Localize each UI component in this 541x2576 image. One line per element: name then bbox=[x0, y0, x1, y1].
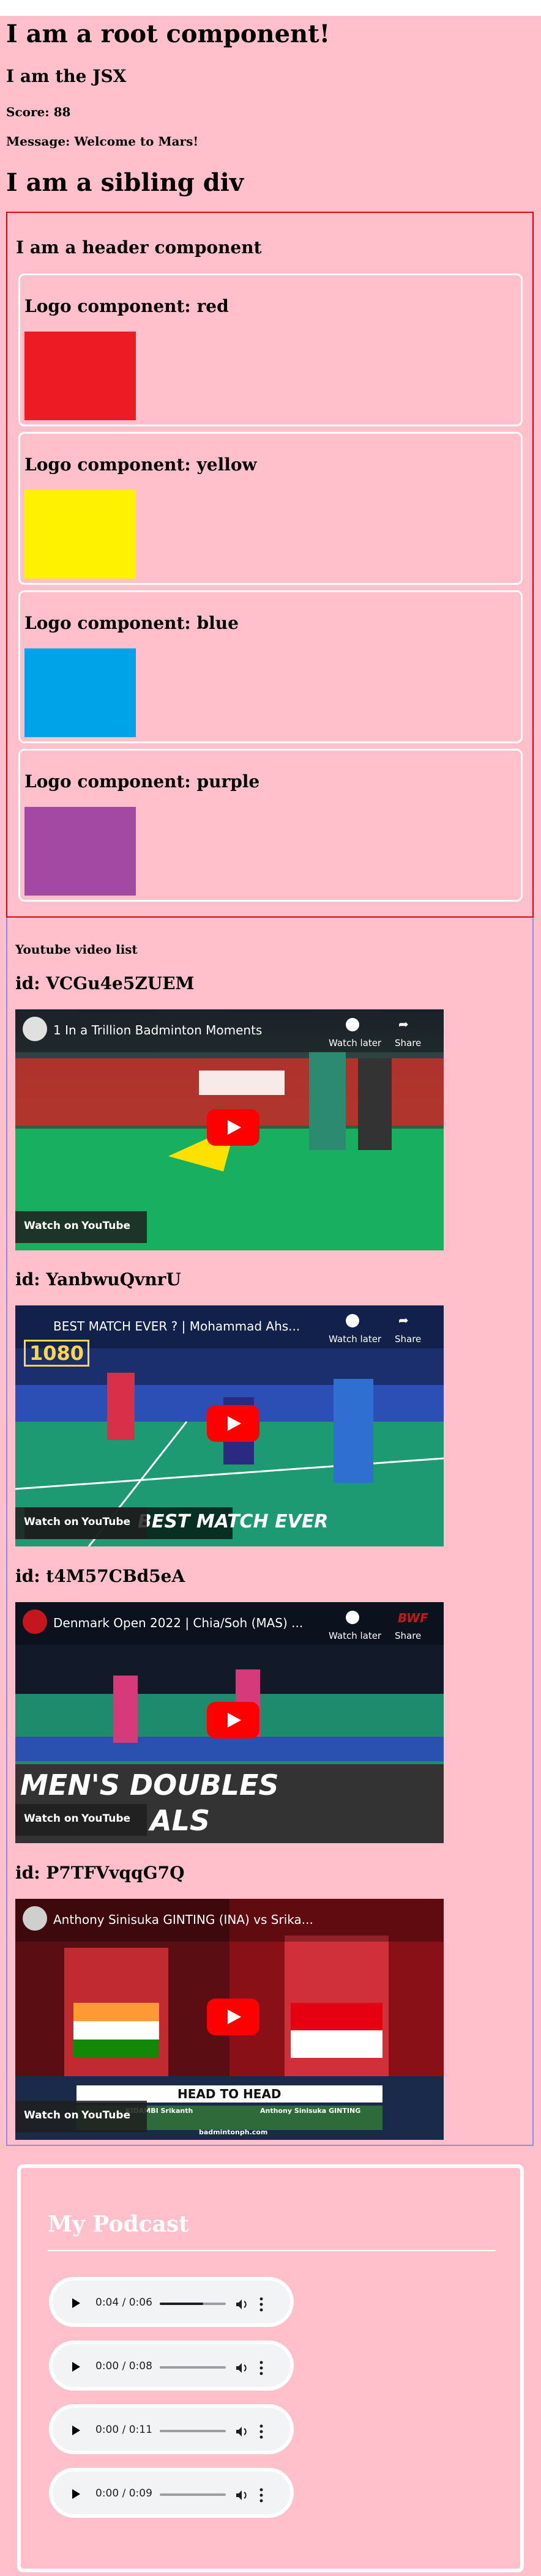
clock-icon[interactable] bbox=[346, 1018, 359, 1031]
logo-label-yellow: Logo component: yellow bbox=[24, 455, 257, 475]
volume-icon[interactable] bbox=[234, 2488, 249, 2503]
podcast-title: My Podcast bbox=[48, 2211, 189, 2237]
video-title-2[interactable]: BEST MATCH EVER ? | Mohammad Ahs... bbox=[53, 1319, 300, 1334]
audio-player[interactable]: 0:00 / 0:09 bbox=[49, 2468, 294, 2518]
resolution-badge: 1080 bbox=[24, 1340, 90, 1367]
share-label[interactable]: Share bbox=[395, 1630, 421, 1641]
video-embed-1[interactable]: 1 In a Trillion Badminton Moments Watch … bbox=[15, 1009, 444, 1250]
video-id-4: id: P7TFVvqqG7Q bbox=[15, 1863, 185, 1883]
podcast-divider bbox=[48, 2250, 496, 2251]
video-id-3: id: t4M57CBd5eA bbox=[15, 1566, 185, 1586]
video-id-1: id: VCGu4e5ZUEM bbox=[15, 973, 195, 993]
logo-label-purple: Logo component: purple bbox=[24, 771, 260, 792]
youtube-logo-icon: YouTube bbox=[81, 2109, 131, 2121]
play-button-icon[interactable] bbox=[207, 1702, 259, 1739]
logo-swatch-purple bbox=[24, 807, 136, 896]
channel-avatar-icon[interactable] bbox=[23, 1906, 47, 1931]
video-embed-4[interactable]: Anthony Sinisuka GINTING (INA) vs Srika.… bbox=[15, 1899, 444, 2140]
video-title-4[interactable]: Anthony Sinisuka GINTING (INA) vs Srika.… bbox=[53, 1912, 313, 1927]
clock-icon[interactable] bbox=[346, 1611, 359, 1624]
share-label[interactable]: Share bbox=[395, 1037, 421, 1049]
watch-on-youtube-button[interactable]: Watch on YouTube bbox=[15, 2101, 147, 2132]
volume-icon[interactable] bbox=[234, 2297, 249, 2312]
more-options-icon[interactable] bbox=[259, 2360, 263, 2376]
play-button-icon[interactable] bbox=[207, 1999, 259, 2035]
channel-avatar-icon[interactable] bbox=[23, 1017, 47, 1041]
youtube-logo-icon: YouTube bbox=[81, 1516, 131, 1528]
video-id-2: id: YanbwuQvnrU bbox=[15, 1269, 181, 1290]
audio-player-body bbox=[56, 2411, 286, 2447]
play-icon[interactable] bbox=[72, 2489, 80, 2499]
head-to-head-banner: HEAD TO HEAD bbox=[177, 2087, 282, 2101]
audio-progress-fill bbox=[160, 2303, 204, 2305]
audio-seek-bar[interactable] bbox=[160, 2493, 226, 2496]
logo-swatch-blue bbox=[24, 648, 136, 737]
video-embed-3[interactable]: Denmark Open 2022 | Chia/Soh (MAS) ... B… bbox=[15, 1602, 444, 1843]
bwf-badge: BWF bbox=[398, 1611, 428, 1625]
volume-icon[interactable] bbox=[234, 2361, 249, 2375]
audio-time: 0:04 / 0:06 bbox=[95, 2296, 152, 2309]
audio-player-body bbox=[56, 2348, 286, 2383]
audio-time: 0:00 / 0:09 bbox=[95, 2487, 152, 2500]
watch-on-youtube-button[interactable]: Watch on YouTube bbox=[15, 1804, 147, 1836]
watch-later-label[interactable]: Watch later bbox=[329, 1334, 381, 1345]
watch-on-youtube-button[interactable]: Watch on YouTube bbox=[15, 1211, 147, 1243]
thumbnail-overlay-text: BEST MATCH EVER bbox=[138, 1511, 329, 1532]
audio-player-body bbox=[56, 2475, 286, 2511]
watch-later-label[interactable]: Watch later bbox=[329, 1037, 381, 1049]
share-label[interactable]: Share bbox=[395, 1334, 421, 1345]
footer-site: badmintonph.com bbox=[199, 2128, 268, 2136]
sibling-heading: I am a sibling div bbox=[6, 168, 244, 197]
message-text: Message: Welcome to Mars! bbox=[6, 134, 199, 149]
watch-on-youtube-button[interactable]: Watch on YouTube bbox=[15, 1507, 147, 1539]
play-icon[interactable] bbox=[72, 2362, 80, 2372]
video-title-1[interactable]: 1 In a Trillion Badminton Moments bbox=[53, 1023, 262, 1037]
youtube-logo-icon: YouTube bbox=[81, 1813, 131, 1825]
youtube-list-label: Youtube video list bbox=[15, 942, 138, 957]
audio-seek-bar[interactable] bbox=[160, 2430, 226, 2432]
more-options-icon[interactable] bbox=[259, 2424, 263, 2440]
audio-player[interactable]: 0:00 / 0:08 bbox=[49, 2340, 294, 2391]
share-icon[interactable]: ➦ bbox=[398, 1313, 409, 1327]
volume-icon[interactable] bbox=[234, 2424, 249, 2439]
audio-seek-bar[interactable] bbox=[160, 2303, 226, 2305]
thumbnail-overlay-bottom: ALS bbox=[150, 1804, 211, 1837]
score-text: Score: 88 bbox=[6, 105, 71, 119]
play-button-icon[interactable] bbox=[207, 1109, 259, 1146]
logo-swatch-red bbox=[24, 332, 136, 420]
jsx-heading: I am the JSX bbox=[6, 66, 127, 86]
video-embed-2[interactable]: 1080 BEST MATCH EVER ? | Mohammad Ahs...… bbox=[15, 1305, 444, 1546]
audio-player[interactable]: 0:00 / 0:11 bbox=[49, 2404, 294, 2454]
channel-avatar-icon[interactable] bbox=[23, 1609, 47, 1634]
share-icon[interactable]: ➦ bbox=[398, 1017, 409, 1031]
audio-player-body bbox=[56, 2284, 286, 2320]
play-icon[interactable] bbox=[72, 2426, 80, 2435]
thumbnail-overlay-top: MEN'S DOUBLES bbox=[20, 1769, 279, 1802]
audio-time: 0:00 / 0:08 bbox=[95, 2360, 152, 2372]
logo-label-blue: Logo component: blue bbox=[24, 613, 239, 633]
watch-later-label[interactable]: Watch later bbox=[329, 1630, 381, 1641]
video-title-3[interactable]: Denmark Open 2022 | Chia/Soh (MAS) ... bbox=[53, 1616, 303, 1630]
play-button-icon[interactable] bbox=[207, 1405, 259, 1442]
logo-label-red: Logo component: red bbox=[24, 296, 229, 316]
player-right-name: Anthony Sinisuka GINTING bbox=[260, 2107, 361, 2115]
more-options-icon[interactable] bbox=[259, 2296, 263, 2312]
audio-player[interactable]: 0:04 / 0:06 bbox=[49, 2277, 294, 2327]
play-icon[interactable] bbox=[72, 2298, 80, 2308]
root-heading: I am a root component! bbox=[6, 20, 330, 48]
audio-time: 0:00 / 0:11 bbox=[95, 2424, 152, 2436]
header-title: I am a header component bbox=[16, 237, 262, 258]
more-options-icon[interactable] bbox=[259, 2487, 263, 2503]
audio-seek-bar[interactable] bbox=[160, 2366, 226, 2369]
page: I am a root component! I am the JSX Scor… bbox=[0, 0, 541, 2576]
youtube-logo-icon: YouTube bbox=[81, 1220, 131, 1232]
clock-icon[interactable] bbox=[346, 1314, 359, 1327]
logo-swatch-yellow bbox=[24, 490, 136, 579]
